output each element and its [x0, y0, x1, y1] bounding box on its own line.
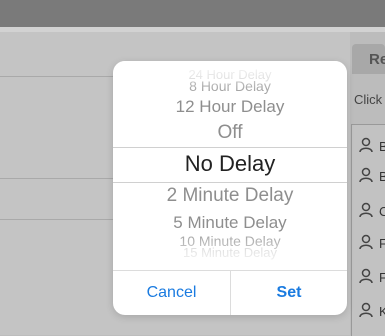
person-outline-icon	[359, 268, 373, 284]
user-name: B	[379, 169, 385, 184]
divider	[0, 76, 115, 77]
user-list-item[interactable]: K	[352, 295, 385, 325]
user-name: C	[379, 204, 385, 219]
user-list-item[interactable]: C	[352, 195, 385, 225]
cancel-button[interactable]: Cancel	[113, 271, 230, 315]
toolbar-bar	[0, 0, 385, 27]
picker-option[interactable]: 2 Minute Delay	[113, 185, 347, 207]
user-list-item[interactable]: B	[352, 160, 385, 190]
user-list: B B C F F K	[351, 124, 385, 336]
selection-indicator-bottom	[113, 182, 347, 183]
right-panel-hint: Click	[354, 92, 383, 107]
picker-option[interactable]: 12 Hour Delay	[113, 97, 347, 117]
person-outline-icon	[359, 202, 373, 218]
user-list-item[interactable]: B	[352, 130, 385, 160]
user-name: B	[379, 139, 385, 154]
person-outline-icon	[359, 167, 373, 183]
divider	[0, 178, 115, 179]
user-list-item[interactable]: F	[352, 261, 385, 291]
user-name: K	[379, 304, 385, 319]
set-button[interactable]: Set	[231, 271, 347, 315]
dialog-button-row: Cancel Set	[113, 270, 347, 315]
user-name: F	[379, 270, 385, 285]
right-panel-tab[interactable]: Re	[352, 44, 385, 74]
picker-option[interactable]: 15 Minute Delay	[113, 245, 347, 260]
person-outline-icon	[359, 302, 373, 318]
delay-picker-dialog: 24 Hour Delay 8 Hour Delay 12 Hour Delay…	[113, 61, 347, 315]
divider	[0, 219, 115, 220]
top-toolbar	[0, 0, 385, 32]
user-name: F	[379, 236, 385, 251]
person-outline-icon	[359, 234, 373, 250]
picker-option[interactable]: Off	[113, 122, 347, 144]
right-panel-tab-label: Re	[369, 51, 385, 68]
picker-option[interactable]: 5 Minute Delay	[113, 213, 347, 233]
picker-option[interactable]: 8 Hour Delay	[113, 78, 347, 96]
delay-picker-wheel[interactable]: 24 Hour Delay 8 Hour Delay 12 Hour Delay…	[113, 61, 347, 270]
picker-option-selected[interactable]: No Delay	[113, 151, 347, 179]
person-outline-icon	[359, 137, 373, 153]
selection-indicator-top	[113, 147, 347, 148]
user-list-item[interactable]: F	[352, 227, 385, 257]
